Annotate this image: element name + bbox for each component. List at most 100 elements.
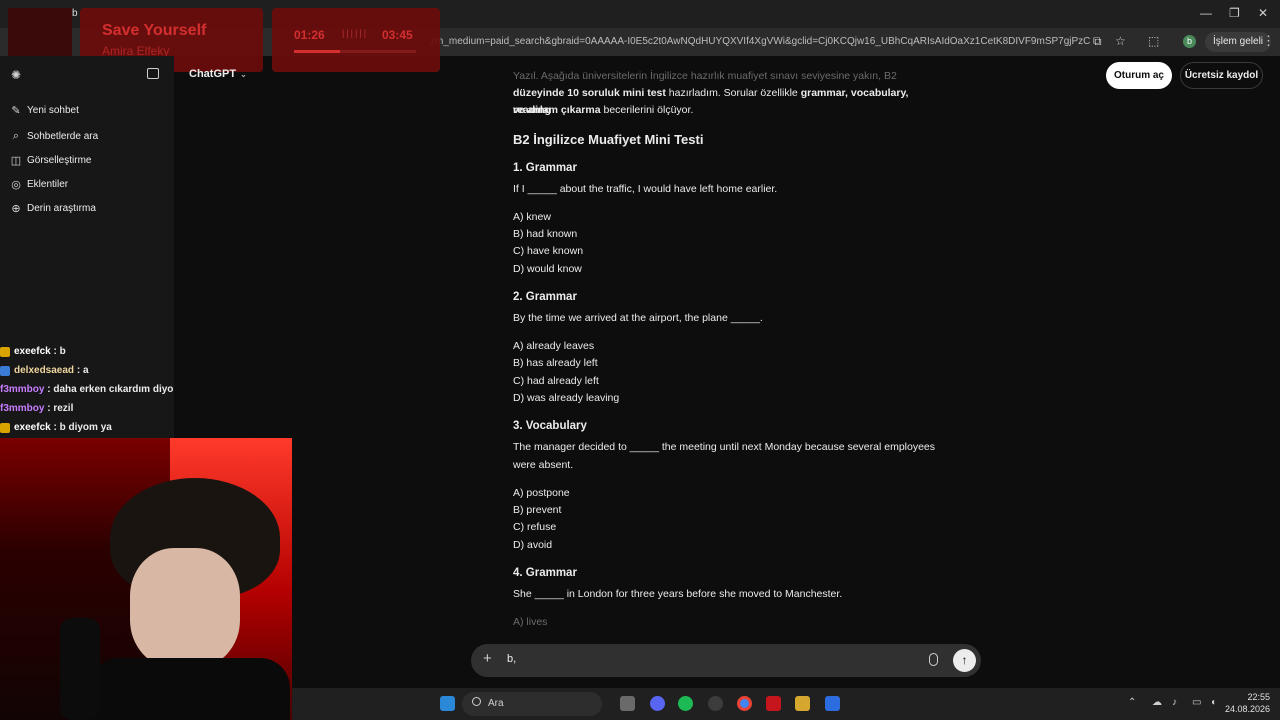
signup-button[interactable]: Ücretsiz kaydol <box>1180 62 1263 89</box>
taskbar-search[interactable]: Ara <box>462 692 602 716</box>
app-icon[interactable] <box>795 696 810 711</box>
chat-username[interactable]: delxedsaead <box>14 365 74 376</box>
tray-chevron-icon[interactable]: ⌃ <box>1128 697 1136 708</box>
browser-tab-label[interactable]: b <box>72 8 78 19</box>
option: A) lives <box>513 616 548 628</box>
intro-faded-text: Yazıl. Aşağıda üniversitelerin İngilizce… <box>513 70 897 82</box>
sidebar-item-new-chat[interactable]: ✎ Yeni sohbet <box>10 100 79 120</box>
question-1-text: If I _____ about the traffic, I would ha… <box>513 183 778 195</box>
stream-chat: exeefck : b delxedsaead : a f3mmboy : da… <box>0 342 180 437</box>
test-title: B2 İngilizce Muafiyet Mini Testi <box>513 132 704 147</box>
chrome-icon[interactable] <box>737 696 752 711</box>
question-1-heading: 1. Grammar <box>513 162 577 174</box>
minimize-icon[interactable]: — <box>1200 6 1212 20</box>
option: B) prevent <box>513 504 562 516</box>
windows-taskbar: Ara ⌃ ☁ ♪ ▭ ◖ 22:55 24.08.2026 <box>292 688 1280 720</box>
intro-text-1: hazırladım. Sorular özellikle <box>665 87 801 99</box>
app-icon[interactable] <box>825 696 840 711</box>
compose-icon: ✎ <box>11 104 21 117</box>
chevron-down-icon: ⌄ <box>240 69 247 79</box>
taskbar-clock[interactable]: 22:55 24.08.2026 <box>1222 691 1270 715</box>
sidebar-item-images[interactable]: ◫ Görselleştirme <box>10 150 92 170</box>
question-4-heading: 4. Grammar <box>513 567 577 579</box>
mic-tray-icon[interactable]: ♪ <box>1172 697 1177 708</box>
chat-message: f3mmboy : daha erken cıkardım diyo <box>0 384 174 395</box>
profile-avatar[interactable]: b <box>1183 35 1196 48</box>
message-composer[interactable]: + b, ↑ <box>471 644 981 677</box>
extensions-icon[interactable]: ⬚ <box>1148 34 1159 48</box>
chat-message: exeefck : b diyom ya <box>0 418 180 437</box>
login-button[interactable]: Oturum aç <box>1106 62 1172 89</box>
app-icon[interactable] <box>766 696 781 711</box>
playback-progress <box>294 50 416 53</box>
question-2-heading: 2. Grammar <box>513 291 577 303</box>
chat-username[interactable]: f3mmboy <box>0 403 44 414</box>
intro-line-2: ve anlam çıkarma becerilerini ölçüyor. <box>513 102 693 119</box>
browser-menu-icon[interactable]: ⋮ <box>1262 33 1275 49</box>
bookmark-star-icon[interactable]: ☆ <box>1115 34 1126 48</box>
research-icon: ⊕ <box>11 202 21 215</box>
option: A) already leaves <box>513 340 595 352</box>
send-button[interactable]: ↑ <box>953 649 976 672</box>
option: C) refuse <box>513 521 557 533</box>
chat-username[interactable]: f3mmboy <box>0 384 44 395</box>
display-icon[interactable]: ▭ <box>1192 697 1201 708</box>
volume-icon[interactable]: ◖ <box>1210 697 1216 708</box>
sidebar-item-label: Derin araştırma <box>27 202 96 214</box>
option: D) was already leaving <box>513 392 620 404</box>
address-bar[interactable]: zm_medium=paid_search&gbraid=0AAAAA-I0E5… <box>430 32 1090 52</box>
chat-username[interactable]: exeefck <box>14 422 51 433</box>
chat-text: daha erken cıkardım diyo <box>53 384 174 395</box>
option: C) have known <box>513 245 584 257</box>
subscriber-badge-icon <box>0 346 10 357</box>
close-icon[interactable]: ✕ <box>1258 6 1268 20</box>
sidebar-item-deep-research[interactable]: ⊕ Derin araştırma <box>10 198 96 218</box>
sidebar-toggle-icon[interactable] <box>147 68 159 79</box>
chat-username[interactable]: exeefck <box>14 346 51 357</box>
sidebar-item-plugins[interactable]: ◎ Eklentiler <box>10 174 68 194</box>
composer-input[interactable]: b, <box>507 653 516 665</box>
question-3-text-line2: were absent. <box>513 459 574 471</box>
spotify-icon[interactable] <box>678 696 693 711</box>
maximize-icon[interactable]: ❐ <box>1229 6 1240 20</box>
moderator-badge-icon <box>0 365 10 376</box>
webcam-person-face <box>130 548 240 668</box>
chat-message: exeefck : b <box>0 342 180 361</box>
microphone-icon[interactable] <box>929 653 938 666</box>
chat-text: b diyom ya <box>59 422 112 433</box>
waveform-icon: |||||| <box>342 28 369 38</box>
network-icon[interactable]: ☁ <box>1152 697 1162 708</box>
elapsed-time: 01:26 <box>294 28 325 42</box>
app-icon[interactable] <box>708 696 723 711</box>
intro-bold-3: ve anlam çıkarma <box>513 104 601 116</box>
sidebar-item-label: Yeni sohbet <box>27 104 79 116</box>
openai-logo-icon[interactable]: ✺ <box>11 68 21 82</box>
chat-message: f3mmboy : rezil <box>0 403 74 414</box>
attach-plus-icon[interactable]: + <box>483 650 492 667</box>
option: D) avoid <box>513 539 553 551</box>
question-4-text: She _____ in London for three years befo… <box>513 588 843 600</box>
webcam-overlay <box>0 438 292 720</box>
option: C) had already left <box>513 375 599 387</box>
windows-start-icon[interactable] <box>440 696 455 711</box>
playback-time-card: 01:26 |||||| 03:45 <box>272 8 440 72</box>
chat-text: rezil <box>53 403 74 414</box>
search-icon: ⌕ <box>12 129 20 142</box>
task-view-icon[interactable] <box>620 696 635 711</box>
intro-bold-1: düzeyinde 10 soruluk mini test <box>513 87 666 99</box>
chat-message: delxedsaead : a <box>0 361 180 380</box>
page-title: ChatGPT <box>189 68 237 80</box>
intro-text-2: becerilerini ölçüyor. <box>600 104 694 116</box>
total-time: 03:45 <box>382 28 413 42</box>
chat-text: a <box>82 365 89 376</box>
question-3-text-line1: The manager decided to _____ the meeting… <box>513 441 936 453</box>
chat-text: b <box>59 346 66 357</box>
sidebar-item-label: Eklentiler <box>27 178 69 190</box>
model-selector[interactable]: ChatGPT ⌄ <box>189 68 247 80</box>
sidebar-item-search-chats[interactable]: ⌕ Sohbetlerde ara <box>10 126 98 146</box>
webcam-person-shirt <box>90 658 290 720</box>
option: B) has already left <box>513 357 598 369</box>
cast-icon[interactable]: ⧉ <box>1093 34 1102 49</box>
option: D) would know <box>513 263 582 275</box>
discord-icon[interactable] <box>650 696 665 711</box>
